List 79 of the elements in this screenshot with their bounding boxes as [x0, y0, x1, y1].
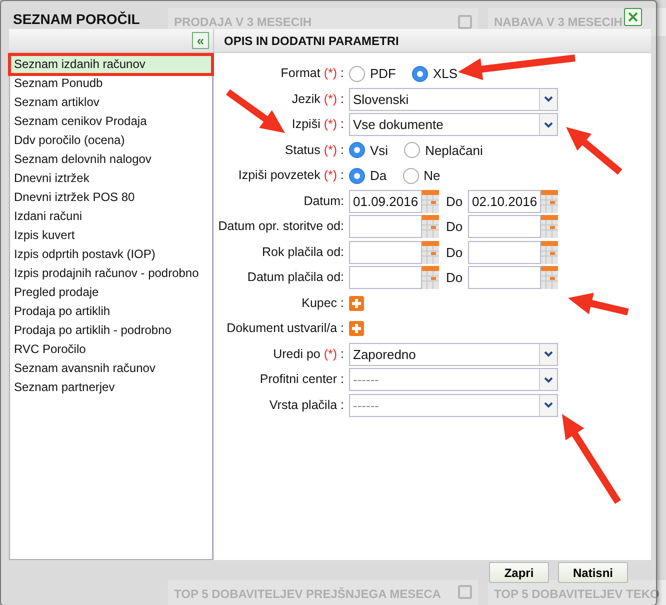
add-icon[interactable]	[349, 321, 364, 336]
add-icon[interactable]	[349, 296, 364, 311]
field-label: Uredi po (*) :	[272, 346, 345, 363]
field-label: Datum opr. storitve od:	[217, 218, 345, 236]
print-button[interactable]: Natisni	[558, 562, 628, 583]
close-button[interactable]	[624, 8, 642, 26]
report-item[interactable]: Seznam delovnih nalogov	[10, 150, 212, 169]
radio-option[interactable]: PDF	[349, 64, 396, 84]
chevron-down-icon	[544, 351, 553, 358]
report-item[interactable]: Seznam izdanih računov	[10, 55, 212, 74]
report-item[interactable]: Izpis prodajnih računov - podrobno	[10, 264, 212, 283]
report-item[interactable]: Izdani računi	[10, 207, 212, 226]
report-item[interactable]: Seznam partnerjev	[10, 378, 212, 397]
radio-option[interactable]: Ne	[402, 166, 440, 186]
report-item[interactable]: RVC Poročilo	[10, 340, 212, 359]
report-item[interactable]: Izpis odprtih postavk (IOP)	[10, 245, 212, 264]
report-item[interactable]: Prodaja po artiklih - podrobno	[10, 321, 212, 340]
field-label: Jezik (*) :	[290, 90, 345, 108]
calendar-icon[interactable]	[422, 240, 439, 264]
field-label: Do	[446, 269, 464, 287]
calendar-icon[interactable]	[422, 266, 439, 290]
select-field[interactable]: ------	[349, 394, 558, 417]
collapse-button[interactable]: «	[192, 32, 209, 49]
field-label: Kupec :	[300, 294, 345, 312]
chevron-down-icon	[544, 402, 553, 408]
radio-option[interactable]: Da	[349, 166, 387, 186]
date-field[interactable]	[349, 215, 422, 238]
date-field[interactable]: 01.09.2016	[349, 190, 422, 213]
field-label: Izpiši (*) :	[290, 116, 345, 134]
report-item[interactable]: Pregled prodaje	[10, 283, 212, 302]
field-label: Rok plačila od:	[261, 244, 345, 261]
dialog-title: SEZNAM POROČIL	[13, 10, 140, 29]
calendar-icon[interactable]	[541, 240, 558, 264]
report-item[interactable]: Seznam Ponudb	[10, 74, 212, 93]
radio-option[interactable]: XLS	[412, 64, 458, 84]
annotation-arrow	[226, 89, 285, 133]
select-field[interactable]: Zaporedno	[349, 342, 558, 366]
radio-option[interactable]: Vsi	[349, 140, 388, 160]
chevron-down-icon	[544, 122, 553, 128]
date-field[interactable]	[349, 266, 422, 290]
calendar-icon[interactable]	[541, 266, 558, 290]
select-field[interactable]: Vse dokumente	[349, 113, 558, 136]
report-item[interactable]: Prodaja po artiklih	[10, 302, 212, 321]
field-label: Format (*) :	[280, 65, 345, 82]
select-field[interactable]: Slovenski	[349, 88, 558, 111]
date-field[interactable]	[468, 240, 541, 264]
field-label: Do	[446, 218, 464, 236]
report-item[interactable]: Seznam avansnih računov	[10, 359, 212, 378]
field-label: Izpiši povzetek (*) :	[237, 167, 345, 184]
field-label: Do	[446, 192, 464, 210]
field-label: Vrsta plačila :	[268, 396, 345, 414]
annotation-arrow	[566, 127, 622, 175]
calendar-icon[interactable]	[422, 215, 439, 238]
report-item[interactable]: Dnevni iztržek POS 80	[10, 188, 212, 207]
field-label: Profitni center :	[258, 371, 345, 388]
annotation-arrow	[568, 292, 629, 316]
report-item[interactable]: Seznam cenikov Prodaja	[10, 112, 212, 131]
report-item[interactable]: Izpis kuvert	[10, 226, 212, 245]
field-label: Datum plačila od:	[246, 269, 345, 286]
date-field[interactable]: 02.10.2016	[468, 190, 541, 213]
field-label: Dokument ustvaril/a :	[226, 320, 345, 338]
field-label: Datum:	[302, 192, 345, 210]
chevron-down-icon	[544, 96, 553, 102]
date-field[interactable]	[468, 266, 541, 290]
report-item[interactable]: Seznam artiklov	[10, 93, 212, 112]
report-item[interactable]: Ddv poročilo (ocena)	[10, 131, 212, 150]
field-label: Do	[446, 244, 464, 262]
close-button[interactable]: Zapri	[489, 562, 549, 583]
chevron-down-icon	[544, 376, 553, 383]
date-field[interactable]	[468, 215, 541, 238]
field-label: Status (*) :	[284, 142, 345, 159]
calendar-icon[interactable]	[541, 190, 558, 213]
panel-header: OPIS IN DODATNI PARAMETRI	[214, 29, 651, 53]
select-field[interactable]: ------	[349, 368, 558, 392]
radio-option[interactable]: Neplačani	[404, 140, 483, 160]
calendar-icon[interactable]	[422, 190, 439, 213]
calendar-icon[interactable]	[541, 215, 558, 238]
report-item[interactable]: Dnevni iztržek	[10, 169, 212, 188]
date-field[interactable]	[349, 240, 422, 264]
